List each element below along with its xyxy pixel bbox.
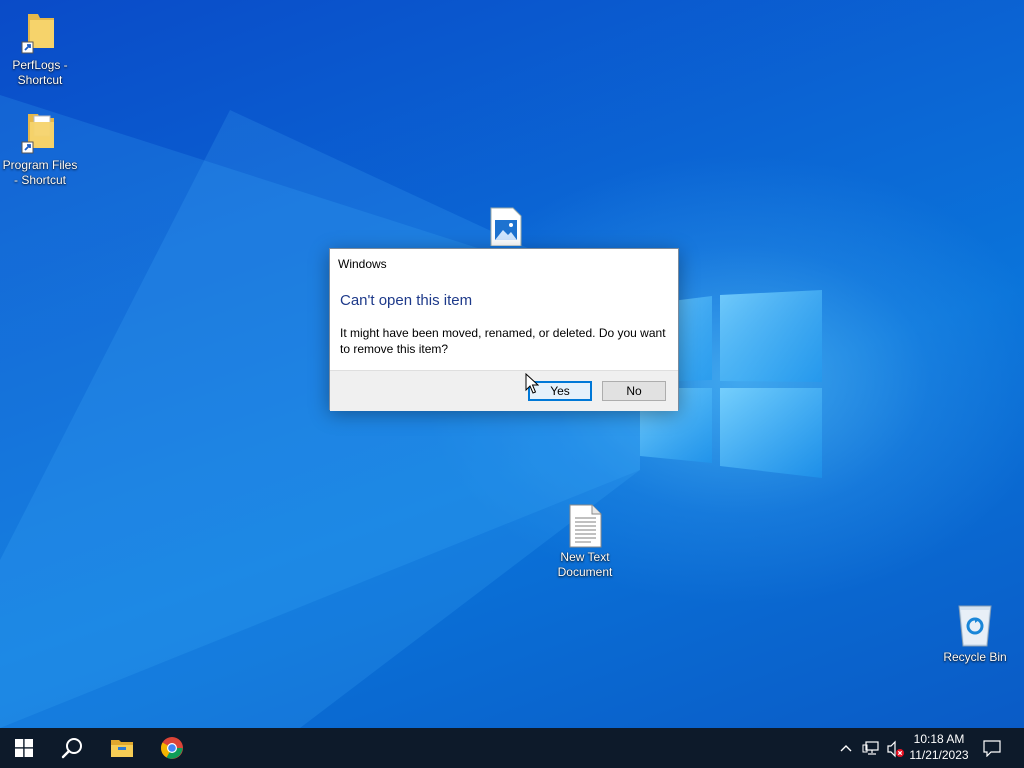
recycle-bin-icon <box>958 605 992 647</box>
chrome-icon <box>161 737 183 759</box>
text-document-icon <box>569 504 602 548</box>
search-icon <box>61 738 82 759</box>
taskbar-file-explorer[interactable] <box>98 728 146 768</box>
file-explorer-icon <box>111 740 133 757</box>
dialog-title: Windows <box>338 257 387 271</box>
clock-date: 11/21/2023 <box>909 748 969 762</box>
taskbar-clock[interactable]: 10:18 AM 11/21/2023 <box>906 731 972 763</box>
notifications-icon[interactable] <box>983 739 1001 757</box>
error-dialog: Windows Can't open this item It might ha… <box>329 248 679 411</box>
clock-time: 10:18 AM <box>913 732 965 746</box>
desktop: PerfLogs - Shortcut Program Files - Shor… <box>0 0 1024 728</box>
desktop-icon-label: PerfLogs - Shortcut <box>12 58 68 87</box>
folder-shortcut-icon <box>21 14 54 54</box>
network-icon[interactable] <box>862 740 880 756</box>
no-button[interactable]: No <box>602 381 666 401</box>
search-button[interactable] <box>48 728 96 768</box>
desktop-icon-image-file[interactable] <box>466 206 546 248</box>
taskbar: 10:18 AM 11/21/2023 <box>0 728 1024 768</box>
desktop-icon-program-files[interactable]: Program Files - Shortcut <box>0 110 80 188</box>
mouse-cursor-icon <box>525 373 539 394</box>
start-button[interactable] <box>0 728 48 768</box>
dialog-heading: Can't open this item <box>340 292 473 309</box>
desktop-icon-label: Program Files - Shortcut <box>2 158 78 187</box>
dialog-button-bar: Yes No <box>330 370 678 411</box>
volume-muted-icon[interactable] <box>886 740 906 758</box>
desktop-icon-recycle-bin[interactable]: Recycle Bin <box>935 602 1015 665</box>
dialog-message: It might have been moved, renamed, or de… <box>340 326 666 356</box>
taskbar-chrome[interactable] <box>148 728 196 768</box>
chevron-up-icon[interactable] <box>839 742 853 754</box>
folder-shortcut-icon <box>21 114 54 154</box>
desktop-icon-label: Recycle Bin <box>943 650 1007 664</box>
desktop-icon-perflogs[interactable]: PerfLogs - Shortcut <box>0 10 80 88</box>
desktop-icon-new-text-document[interactable]: New Text Document <box>545 504 625 580</box>
desktop-icon-label: New Text Document <box>557 550 613 579</box>
image-file-icon <box>490 207 522 246</box>
windows-start-icon <box>15 739 33 757</box>
